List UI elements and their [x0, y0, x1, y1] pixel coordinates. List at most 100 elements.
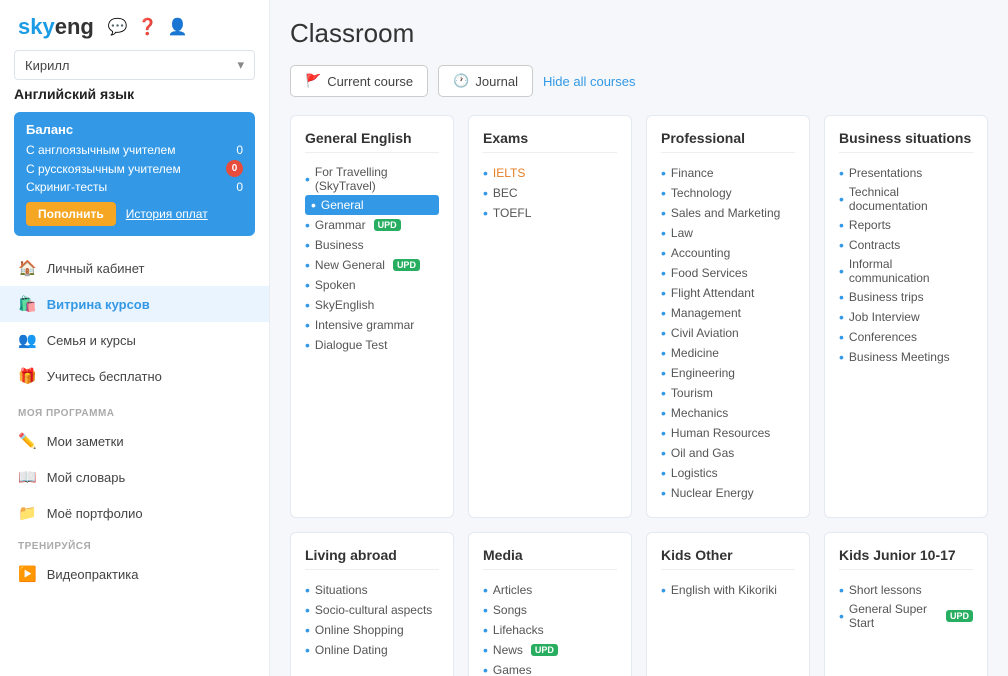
course-item[interactable]: Food Services — [661, 263, 795, 283]
balance-badge-2: 0 — [226, 160, 243, 177]
course-item[interactable]: Sales and Marketing — [661, 203, 795, 223]
clock-icon: 🕐 — [453, 73, 469, 89]
course-item[interactable]: Online Dating — [305, 640, 439, 660]
course-item[interactable]: NewsUPD — [483, 640, 617, 660]
course-item[interactable]: Tourism — [661, 383, 795, 403]
pencil-icon: ✏️ — [18, 432, 37, 450]
nav-label-family: Семья и курсы — [47, 333, 136, 348]
chat-icon[interactable]: 💬 — [108, 17, 128, 37]
course-item[interactable]: Technical documentation — [839, 183, 973, 215]
nav-family[interactable]: 👥 Семья и курсы — [0, 322, 269, 358]
course-item[interactable]: IELTS — [483, 163, 617, 183]
course-card-kids-junior: Kids Junior 10-17 Short lessonsGeneral S… — [824, 532, 988, 676]
course-item[interactable]: Technology — [661, 183, 795, 203]
balance-actions: Пополнить История оплат — [26, 202, 243, 226]
course-item[interactable]: Games — [483, 660, 617, 676]
course-item[interactable]: SkyEnglish — [305, 295, 439, 315]
course-item[interactable]: General Super StartUPD — [839, 600, 973, 632]
course-item[interactable]: Presentations — [839, 163, 973, 183]
course-card-title: General English — [305, 130, 439, 153]
course-item[interactable]: Management — [661, 303, 795, 323]
course-item[interactable]: Situations — [305, 580, 439, 600]
course-item[interactable]: General — [305, 195, 439, 215]
gift-icon: 🎁 — [18, 367, 37, 385]
my-nav: ✏️ Мои заметки 📖 Мой словарь 📁 Моё портф… — [0, 423, 269, 531]
toolbar: 🚩 Current course 🕐 Journal Hide all cour… — [290, 65, 988, 97]
course-card-kids-other: Kids Other English with Kikoriki — [646, 532, 810, 676]
nav-label-courses: Витрина курсов — [47, 297, 150, 312]
chevron-down-icon: ▾ — [237, 57, 244, 73]
user-icon[interactable]: 👤 — [168, 17, 188, 37]
course-item[interactable]: Articles — [483, 580, 617, 600]
course-item[interactable]: Socio-cultural aspects — [305, 600, 439, 620]
nav-label-notes: Мои заметки — [47, 434, 124, 449]
nav-portfolio[interactable]: 📁 Моё портфолио — [0, 495, 269, 531]
course-item[interactable]: Informal communication — [839, 255, 973, 287]
current-course-button[interactable]: 🚩 Current course — [290, 65, 428, 97]
course-item[interactable]: Lifehacks — [483, 620, 617, 640]
nav-notes[interactable]: ✏️ Мои заметки — [0, 423, 269, 459]
nav-label-video: Видеопрактика — [47, 567, 139, 582]
course-item[interactable]: Business Meetings — [839, 347, 973, 367]
course-item[interactable]: Accounting — [661, 243, 795, 263]
nav-video[interactable]: ▶️ Видеопрактика — [0, 556, 269, 592]
course-list: For Travelling (SkyTravel)GeneralGrammar… — [305, 163, 439, 355]
course-card-title: Professional — [661, 130, 795, 153]
course-item[interactable]: GrammarUPD — [305, 215, 439, 235]
balance-title: Баланс — [26, 122, 243, 137]
course-list: FinanceTechnologySales and MarketingLawA… — [661, 163, 795, 503]
topup-button[interactable]: Пополнить — [26, 202, 116, 226]
course-item[interactable]: Nuclear Energy — [661, 483, 795, 503]
help-icon[interactable]: ❓ — [138, 17, 158, 37]
course-item[interactable]: Law — [661, 223, 795, 243]
course-item[interactable]: BEC — [483, 183, 617, 203]
sidebar: skyeng 💬 ❓ 👤 Кирилл ▾ Английский язык Ба… — [0, 0, 270, 676]
folder-icon: 📁 — [18, 504, 37, 522]
user-selector[interactable]: Кирилл ▾ — [14, 50, 255, 80]
nav-courses[interactable]: 🛍️ Витрина курсов — [0, 286, 269, 322]
course-list: Short lessonsGeneral Super StartUPD — [839, 580, 973, 632]
course-item[interactable]: Human Resources — [661, 423, 795, 443]
course-item[interactable]: Short lessons — [839, 580, 973, 600]
course-item[interactable]: English with Kikoriki — [661, 580, 795, 600]
course-item[interactable]: Spoken — [305, 275, 439, 295]
balance-row-3: Скриниг-тесты 0 — [26, 180, 243, 194]
balance-label-1: С англоязычным учителем — [26, 143, 175, 157]
course-item[interactable]: Business — [305, 235, 439, 255]
balance-row-1: С англоязычным учителем 0 — [26, 143, 243, 157]
course-item[interactable]: Medicine — [661, 343, 795, 363]
course-item[interactable]: Intensive grammar — [305, 315, 439, 335]
course-item[interactable]: Conferences — [839, 327, 973, 347]
balance-box: Баланс С англоязычным учителем 0 С русск… — [14, 112, 255, 236]
course-item[interactable]: Mechanics — [661, 403, 795, 423]
home-icon: 🏠 — [18, 259, 37, 277]
course-item[interactable]: For Travelling (SkyTravel) — [305, 163, 439, 195]
journal-button[interactable]: 🕐 Journal — [438, 65, 533, 97]
section-my-label: МОЯ ПРОГРАММА — [0, 398, 269, 423]
course-item[interactable]: Contracts — [839, 235, 973, 255]
play-icon: ▶️ — [18, 565, 37, 583]
course-item[interactable]: Reports — [839, 215, 973, 235]
course-item[interactable]: Business trips — [839, 287, 973, 307]
course-list: PresentationsTechnical documentationRepo… — [839, 163, 973, 367]
nav-vocab[interactable]: 📖 Мой словарь — [0, 459, 269, 495]
hide-courses-button[interactable]: Hide all courses — [543, 74, 636, 89]
course-item[interactable]: TOEFL — [483, 203, 617, 223]
nav-label-vocab: Мой словарь — [47, 470, 126, 485]
history-button[interactable]: История оплат — [126, 207, 208, 221]
nav-cabinet[interactable]: 🏠 Личный кабинет — [0, 250, 269, 286]
course-card-exams: Exams IELTSBECTOEFL — [468, 115, 632, 518]
course-item[interactable]: Civil Aviation — [661, 323, 795, 343]
course-item[interactable]: Flight Attendant — [661, 283, 795, 303]
course-item[interactable]: New GeneralUPD — [305, 255, 439, 275]
nav-free[interactable]: 🎁 Учитесь бесплатно — [0, 358, 269, 394]
course-item[interactable]: Dialogue Test — [305, 335, 439, 355]
course-item[interactable]: Logistics — [661, 463, 795, 483]
course-card-professional: Professional FinanceTechnologySales and … — [646, 115, 810, 518]
course-item[interactable]: Job Interview — [839, 307, 973, 327]
course-item[interactable]: Oil and Gas — [661, 443, 795, 463]
course-item[interactable]: Songs — [483, 600, 617, 620]
course-item[interactable]: Online Shopping — [305, 620, 439, 640]
course-item[interactable]: Engineering — [661, 363, 795, 383]
course-item[interactable]: Finance — [661, 163, 795, 183]
